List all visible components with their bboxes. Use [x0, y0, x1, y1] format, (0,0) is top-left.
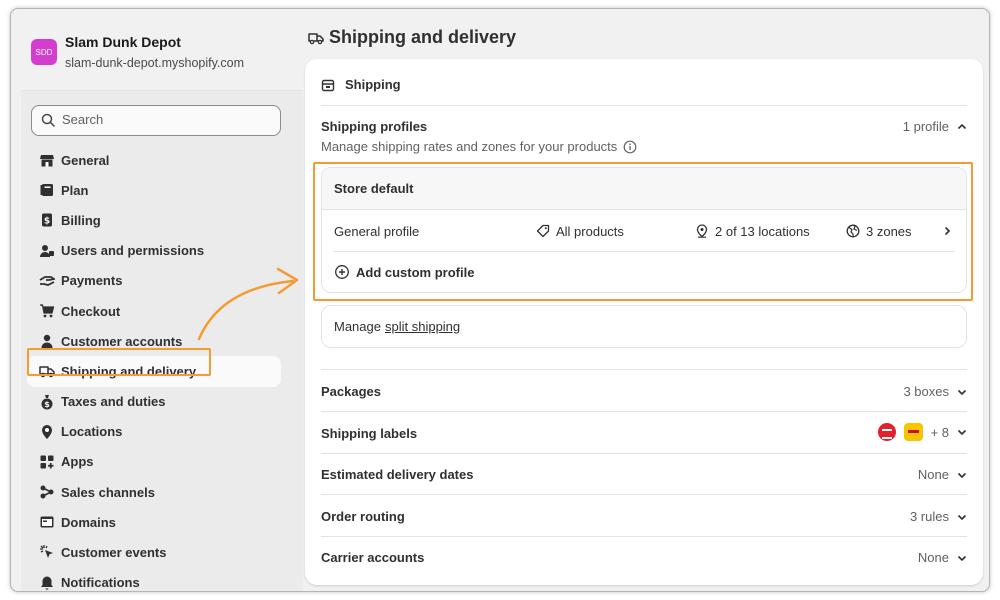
profiles-description: Manage shipping rates and zones for your…	[321, 139, 637, 154]
store-url: slam-dunk-depot.myshopify.com	[65, 56, 245, 70]
nav-item-plan[interactable]: Plan	[27, 175, 281, 205]
billing-icon: $	[42, 213, 52, 227]
split-shipping-box: Manage split shipping	[321, 305, 967, 348]
order-routing-title: Order routing	[321, 509, 405, 524]
tax-icon: $	[41, 394, 53, 409]
search-input[interactable]	[62, 112, 262, 127]
cursor-icon	[40, 545, 53, 559]
shipping-labels-value: + 8	[930, 424, 949, 440]
nav-label: Sales channels	[61, 484, 155, 500]
nav-label: Customer accounts	[61, 333, 183, 349]
nav-label: Locations	[61, 424, 123, 440]
carrier-accounts-value: None	[917, 550, 949, 565]
divider	[321, 369, 967, 370]
divider	[321, 453, 967, 454]
page-title-text: Shipping and delivery	[329, 27, 517, 47]
nav-item-customer-events[interactable]: Customer events	[27, 537, 281, 567]
nav-item-notifications[interactable]: Notifications	[27, 568, 281, 591]
chevron-down-icon	[957, 389, 967, 395]
settings-window: SDD Slam Dunk Depot slam-dunk-depot.mysh…	[10, 8, 990, 592]
chevron-down-icon	[957, 429, 967, 436]
order-routing-value: 3 rules	[909, 509, 949, 524]
shipping-labels-title: Shipping labels	[321, 426, 418, 441]
profile-highlight-box	[313, 162, 973, 301]
nav-item-billing[interactable]: $ Billing	[27, 205, 281, 235]
chevron-down-icon	[957, 514, 967, 520]
nav-label: Plan	[61, 182, 89, 198]
order-routing-toggle[interactable]: 3 rules	[910, 509, 967, 524]
person-icon	[41, 334, 53, 349]
carrier-accounts-toggle[interactable]: None	[918, 550, 967, 565]
canada-post-logo	[877, 423, 896, 441]
payments-icon	[39, 275, 55, 286]
profiles-description-text: Manage shipping rates and zones for your…	[321, 139, 618, 154]
store-icon	[40, 155, 54, 167]
card-title: Shipping	[345, 77, 401, 92]
nav-label: Apps	[61, 454, 94, 470]
profile-count: 1 profile	[902, 119, 949, 134]
annotation-arrow-icon	[197, 267, 299, 341]
divider	[321, 105, 967, 106]
svg-text:$: $	[44, 217, 50, 227]
svg-text:$: $	[44, 400, 50, 409]
nav-item-taxes[interactable]: $ Taxes and duties	[27, 387, 281, 417]
packages-title: Packages	[321, 384, 381, 399]
location-icon	[42, 424, 52, 439]
store-avatar: SDD	[31, 39, 57, 65]
apps-icon	[40, 455, 54, 469]
truck-icon	[308, 32, 324, 44]
delivery-dates-value: None	[917, 467, 949, 482]
nav-label: Customer events	[61, 545, 167, 561]
package-icon	[321, 79, 335, 91]
packages-toggle[interactable]: 3 boxes	[903, 384, 967, 399]
search-icon	[41, 113, 55, 127]
nav-item-locations[interactable]: Locations	[27, 417, 281, 447]
nav-label: Users and permissions	[61, 243, 205, 259]
channels-icon	[40, 485, 54, 499]
carrier-accounts-title: Carrier accounts	[321, 550, 425, 565]
shipping-profiles-title: Shipping profiles	[321, 119, 428, 134]
info-icon[interactable]	[623, 140, 637, 154]
nav-label: Checkout	[61, 303, 121, 319]
packages-value: 3 boxes	[903, 384, 949, 399]
domains-icon	[40, 516, 54, 528]
users-icon	[40, 244, 54, 257]
shipping-labels-toggle[interactable]: + 8	[877, 423, 967, 441]
nav-label: Notifications	[61, 575, 140, 591]
nav-label: Taxes and duties	[61, 394, 166, 410]
split-shipping-link[interactable]: split shipping	[385, 319, 460, 334]
store-header[interactable]: SDD Slam Dunk Depot slam-dunk-depot.mysh…	[21, 19, 303, 91]
divider	[321, 494, 967, 495]
divider	[321, 536, 967, 537]
delivery-dates-toggle[interactable]: None	[918, 467, 967, 482]
nav-item-general[interactable]: General	[27, 145, 281, 175]
page-title: Shipping and delivery	[307, 27, 516, 48]
nav-label: Billing	[61, 212, 101, 228]
card-header: Shipping	[321, 77, 401, 92]
chevron-down-icon	[957, 472, 967, 478]
nav-label: Payments	[61, 273, 123, 289]
split-shipping-prefix: Manage	[334, 319, 381, 334]
divider	[321, 411, 967, 412]
nav-label: Domains	[61, 514, 116, 530]
nav-item-sales-channels[interactable]: Sales channels	[27, 477, 281, 507]
nav-item-apps[interactable]: Apps	[27, 447, 281, 477]
dhl-logo	[903, 423, 923, 441]
chevron-up-icon	[957, 123, 967, 129]
nav-label: General	[61, 152, 110, 168]
shipping-card: Shipping Shipping profiles 1 profile Man…	[305, 59, 983, 585]
nav-highlight-box	[27, 348, 211, 376]
cart-icon	[40, 304, 55, 318]
bell-icon	[41, 576, 53, 590]
nav-item-domains[interactable]: Domains	[27, 507, 281, 537]
store-name: Slam Dunk Depot	[65, 34, 181, 50]
search-field[interactable]	[31, 105, 281, 136]
chevron-down-icon	[957, 555, 967, 561]
shipping-profiles-toggle[interactable]: 1 profile	[903, 119, 967, 134]
delivery-dates-title: Estimated delivery dates	[321, 467, 474, 482]
plan-icon	[40, 184, 53, 197]
